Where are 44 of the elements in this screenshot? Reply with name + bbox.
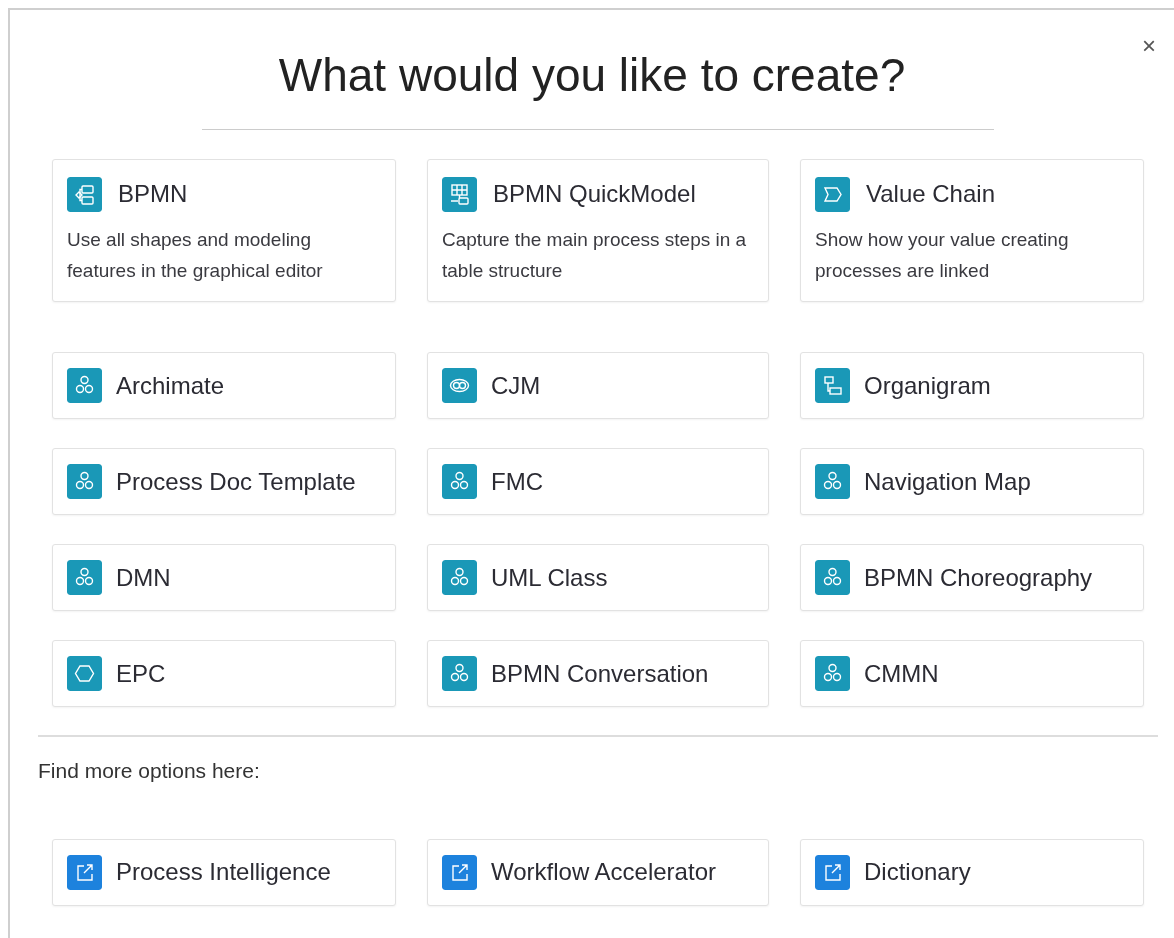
table-icon <box>442 176 477 212</box>
card-description: Use all shapes and modeling features in the graphical editor <box>67 228 324 284</box>
diagram-type-button[interactable]: Archimate <box>52 352 396 420</box>
diagram-type-button[interactable]: Organigram <box>800 352 1144 420</box>
card-title: BPMN QuickModel <box>493 179 696 210</box>
external-link-icon <box>815 854 850 890</box>
diagram-type-button[interactable]: Process Doc Template <box>52 448 396 516</box>
diagram-type-button[interactable]: Navigation Map <box>800 448 1144 516</box>
rings-icon <box>442 368 477 404</box>
card-description: Capture the main process steps in a table structure <box>442 228 748 284</box>
card-title: BPMN <box>118 179 188 210</box>
circles-icon <box>67 560 102 596</box>
external-link-button[interactable]: Process Intelligence <box>52 838 396 906</box>
circles-icon <box>442 656 477 692</box>
diagram-type-button[interactable]: BPMN Choreography <box>800 544 1144 612</box>
org-chart-icon <box>815 368 850 404</box>
diagram-type-button[interactable]: CJM <box>427 352 769 420</box>
diagram-type-button[interactable]: BPMN Conversation <box>427 640 769 708</box>
card-title: Value Chain <box>866 179 995 210</box>
circles-icon <box>67 368 102 404</box>
external-link-button[interactable]: Dictionary <box>800 838 1144 906</box>
more-options-label: Find more options here: <box>38 758 261 785</box>
flowchart-icon <box>67 176 102 212</box>
chevron-shape-icon <box>815 176 850 212</box>
diagram-type-button[interactable]: DMN <box>52 544 396 612</box>
card-description: Show how your value creating processes are linked <box>815 228 1070 284</box>
external-link-icon <box>442 854 477 890</box>
external-link-icon <box>67 854 102 890</box>
diagram-type-button[interactable]: EPC <box>52 640 396 708</box>
circles-icon <box>815 560 850 596</box>
dialog-title: What would you like to create? <box>278 48 906 103</box>
diagram-type-button[interactable]: CMMN <box>800 640 1144 708</box>
circles-icon <box>442 560 477 596</box>
diagram-type-card[interactable]: BPMN QuickModel Capture the main process steps in a table structure <box>427 159 769 303</box>
external-link-button[interactable]: Workflow Accelerator <box>427 838 769 906</box>
circles-icon <box>815 464 850 500</box>
circles-icon <box>442 464 477 500</box>
circles-icon <box>815 656 850 692</box>
diagram-type-card[interactable]: Value Chain Show how your value creating processes are linked <box>800 159 1144 303</box>
close-button[interactable]: × <box>1138 32 1160 60</box>
diagram-type-button[interactable]: FMC <box>427 448 769 516</box>
diagram-type-card[interactable]: BPMN Use all shapes and modeling features in the graphical editor <box>52 159 396 303</box>
circles-icon <box>67 464 102 500</box>
diagram-type-button[interactable]: UML Class <box>427 544 769 612</box>
